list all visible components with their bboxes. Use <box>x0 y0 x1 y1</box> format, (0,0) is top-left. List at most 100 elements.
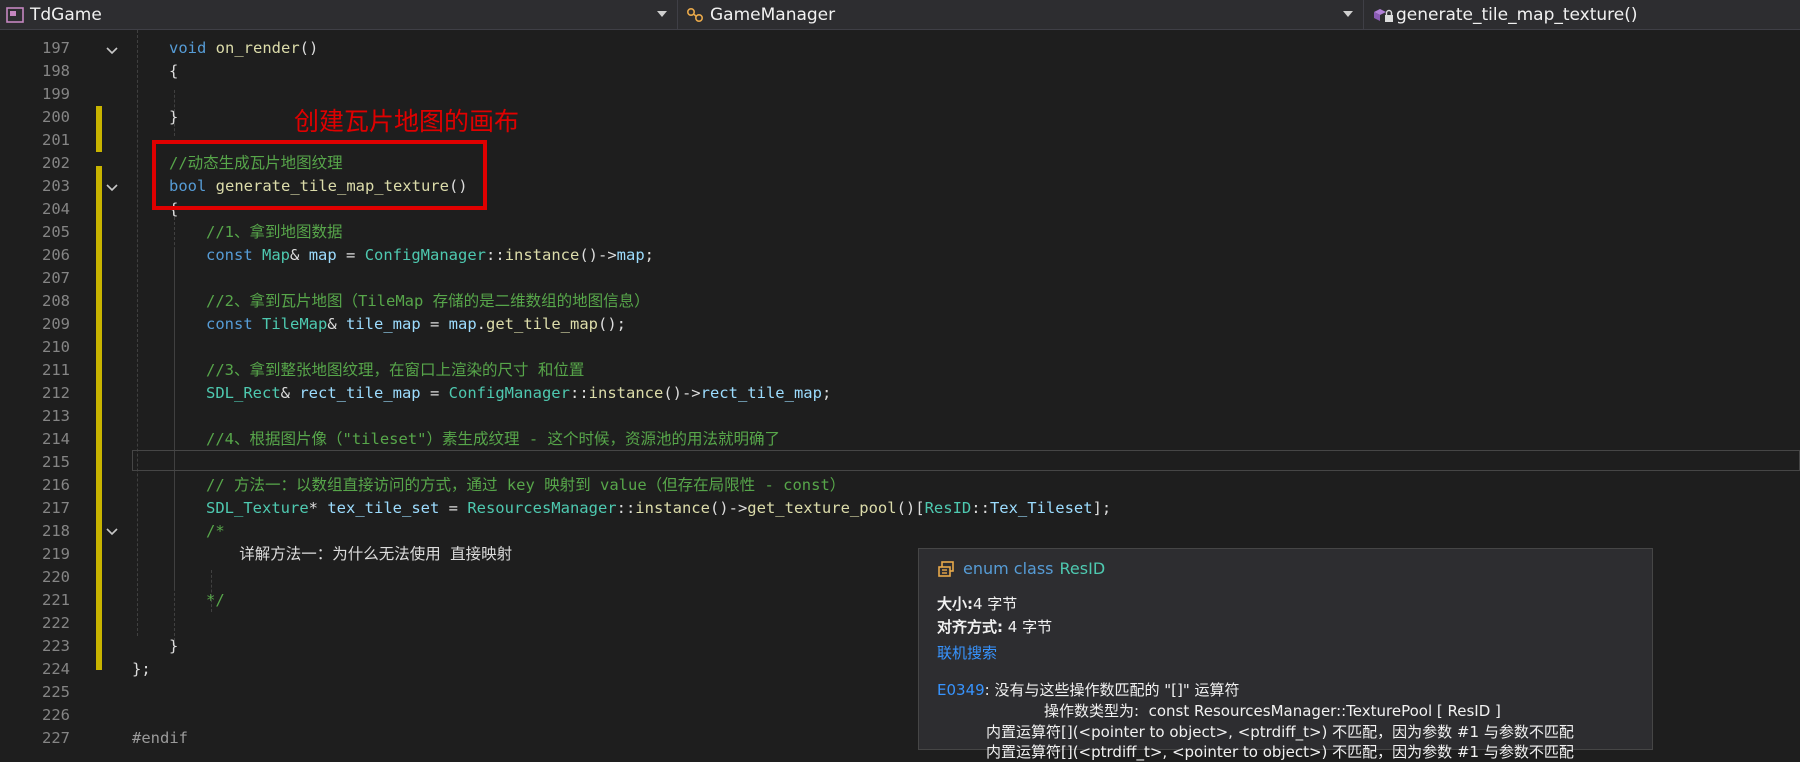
line-number: 208 <box>42 292 70 310</box>
line-number: 218 <box>42 522 70 540</box>
code-line[interactable]: 213 <box>0 405 1800 428</box>
error-detail-1: 内置运算符[](<pointer to object>, <ptrdiff_t>… <box>986 723 1574 741</box>
annotation-highlight-box <box>152 140 487 210</box>
line-number: 198 <box>42 62 70 80</box>
code-line[interactable]: 208 //2、拿到瓦片地图（TileMap 存储的是二维数组的地图信息） <box>0 290 1800 313</box>
code-line[interactable]: 217 SDL_Texture* tex_tile_set = Resources… <box>0 497 1800 520</box>
line-number: 215 <box>42 453 70 471</box>
line-number: 206 <box>42 246 70 264</box>
line-number: 219 <box>42 545 70 563</box>
line-number: 202 <box>42 154 70 172</box>
code-line[interactable]: 214 //4、根据图片像（"tileset"）素生成纹理 - 这个时候，资源池的… <box>0 428 1800 451</box>
line-number: 200 <box>42 108 70 126</box>
tooltip-align-row: 对齐方式: 4 字节 <box>937 616 1052 637</box>
code-line[interactable]: 207 <box>0 267 1800 290</box>
line-number: 204 <box>42 200 70 218</box>
operand-types: 操作数类型为: const ResourcesManager::TextureP… <box>1044 702 1501 720</box>
enum-icon <box>938 560 954 577</box>
code-text: }; <box>132 660 151 678</box>
online-search-link-row: 联机搜索 <box>937 642 997 663</box>
fold-chevron-icon[interactable] <box>106 526 118 538</box>
line-number: 201 <box>42 131 70 149</box>
annotation-label: 创建瓦片地图的画布 <box>294 107 520 136</box>
line-number: 221 <box>42 591 70 609</box>
code-line[interactable]: 209 const TileMap& tile_map = map.get_til… <box>0 313 1800 336</box>
code-line[interactable]: 218 /* <box>0 520 1800 543</box>
tooltip-header: enum class ResID <box>937 559 1105 578</box>
code-line[interactable]: 200} <box>0 106 1800 129</box>
code-line[interactable]: 211 //3、拿到整张地图纹理，在窗口上渲染的尺寸 和位置 <box>0 359 1800 382</box>
fold-chevron-icon[interactable] <box>106 45 118 57</box>
class-dropdown[interactable]: GameManager <box>680 0 1364 29</box>
line-number: 210 <box>42 338 70 356</box>
fold-chevron-icon[interactable] <box>106 182 118 194</box>
line-number: 203 <box>42 177 70 195</box>
line-number: 225 <box>42 683 70 701</box>
align-label: 对齐方式: <box>937 618 1003 636</box>
class-icon <box>686 7 704 22</box>
code-line[interactable]: 210 <box>0 336 1800 359</box>
code-text: } <box>169 637 179 655</box>
chevron-down-icon <box>657 11 667 17</box>
code-line[interactable]: 212 SDL_Rect& rect_tile_map = ConfigManag… <box>0 382 1800 405</box>
line-number: 217 <box>42 499 70 517</box>
line-number: 220 <box>42 568 70 586</box>
code-text: void on_render() <box>169 39 319 57</box>
code-line[interactable]: 199 <box>0 83 1800 106</box>
code-line[interactable]: 216 // 方法一：以数组直接访问的方式，通过 key 映射到 value（但存… <box>0 474 1800 497</box>
tooltip-type-name: ResID <box>1059 559 1106 578</box>
line-number: 197 <box>42 39 70 57</box>
line-number: 207 <box>42 269 70 287</box>
code-text: //1、拿到地图数据 <box>206 223 343 241</box>
align-value: 4 字节 <box>1003 618 1053 636</box>
chevron-down-icon <box>1343 11 1353 17</box>
tooltip-kind: enum class <box>963 559 1054 578</box>
code-line[interactable]: 197 void on_render() <box>0 37 1800 60</box>
code-text: } <box>169 108 179 126</box>
code-text: */ <box>206 591 225 609</box>
class-name: GameManager <box>710 4 836 25</box>
code-text: SDL_Texture* tex_tile_set = ResourcesMan… <box>206 499 1112 517</box>
line-number: 212 <box>42 384 70 402</box>
size-value: 4 字节 <box>973 595 1018 613</box>
line-number: 205 <box>42 223 70 241</box>
code-text: const TileMap& tile_map = map.get_tile_m… <box>206 315 626 333</box>
quick-info-tooltip: enum class ResID 大小:4 字节 对齐方式: 4 字节 联机搜索… <box>918 548 1653 761</box>
line-number: 222 <box>42 614 70 632</box>
line-number: 227 <box>42 729 70 747</box>
line-number: 223 <box>42 637 70 655</box>
project-dropdown[interactable]: TdGame <box>0 0 678 29</box>
code-line[interactable]: 198 { <box>0 60 1800 83</box>
line-number: 209 <box>42 315 70 333</box>
error-code-link[interactable]: E0349 <box>937 681 985 699</box>
code-line[interactable]: 215 <box>0 451 1800 474</box>
code-text: SDL_Rect& rect_tile_map = ConfigManager:… <box>206 384 832 402</box>
project-name: TdGame <box>30 4 102 25</box>
code-text: //4、根据图片像（"tileset"）素生成纹理 - 这个时候，资源池的用法就… <box>206 430 780 448</box>
private-method-icon <box>1374 8 1393 22</box>
line-number: 216 <box>42 476 70 494</box>
size-label: 大小: <box>937 595 973 613</box>
member-dropdown[interactable]: generate_tile_map_texture() <box>1366 0 1800 29</box>
code-text: #endif <box>132 729 188 747</box>
code-text: 详解方法一：为什么无法使用 直接映射 <box>239 545 513 563</box>
navigation-bar: TdGame GameManager generate_tile_map_tex… <box>0 0 1800 30</box>
code-line[interactable]: 206 const Map& map = ConfigManager::insta… <box>0 244 1800 267</box>
code-text: //2、拿到瓦片地图（TileMap 存储的是二维数组的地图信息） <box>206 292 650 310</box>
code-line[interactable]: 205 //1、拿到地图数据 <box>0 221 1800 244</box>
line-number: 214 <box>42 430 70 448</box>
line-number: 224 <box>42 660 70 678</box>
error-row: E0349: 没有与这些操作数匹配的 "[]" 运算符 <box>937 679 1240 700</box>
tooltip-size-row: 大小:4 字节 <box>937 593 1017 614</box>
code-text: // 方法一：以数组直接访问的方式，通过 key 映射到 value（但存在局限… <box>206 476 846 494</box>
code-text: /* <box>206 522 225 540</box>
line-number: 199 <box>42 85 70 103</box>
error-detail-2: 内置运算符[](<ptrdiff_t>, <pointer to object>… <box>986 743 1574 761</box>
line-number: 211 <box>42 361 70 379</box>
line-number: 213 <box>42 407 70 425</box>
member-name: generate_tile_map_texture() <box>1396 4 1638 25</box>
cpp-project-icon <box>6 6 24 23</box>
online-search-link[interactable]: 联机搜索 <box>937 644 997 662</box>
error-message: : 没有与这些操作数匹配的 "[]" 运算符 <box>984 681 1240 699</box>
code-text: //3、拿到整张地图纹理，在窗口上渲染的尺寸 和位置 <box>206 361 585 379</box>
